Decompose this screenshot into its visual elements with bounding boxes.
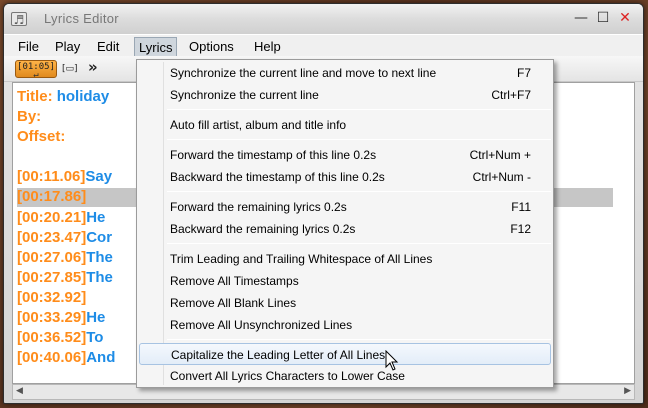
mouse-cursor-icon xyxy=(385,350,399,371)
return-arrow-icon: ↵ xyxy=(33,70,39,80)
menu-separator xyxy=(167,139,551,140)
menu-file[interactable]: File xyxy=(18,39,39,54)
title-label: Title: xyxy=(17,88,53,105)
lyric-text: And xyxy=(86,349,116,366)
timestamp: [00:27.06] xyxy=(17,249,87,266)
menu-item-capitalize-leading[interactable]: Capitalize the Leading Letter of All Lin… xyxy=(139,343,551,365)
menu-item-remove-blank-lines[interactable]: Remove All Blank Lines xyxy=(139,292,551,314)
timestamp: [00:11.06] xyxy=(17,168,86,185)
menu-item-remove-timestamps[interactable]: Remove All Timestamps xyxy=(139,270,551,292)
menu-play[interactable]: Play xyxy=(55,39,80,54)
menu-separator xyxy=(167,339,551,340)
menu-item-shortcut: Ctrl+F7 xyxy=(491,88,531,102)
lyric-text: The xyxy=(86,269,113,286)
scroll-right-icon[interactable]: ▶ xyxy=(624,386,631,396)
timestamp: [00:20.21] xyxy=(17,209,87,226)
title-meta-line: Title: holiday xyxy=(17,88,109,105)
music-note-icon: ♬ xyxy=(11,12,27,27)
timestamp: [00:17.86] xyxy=(17,188,87,205)
menu-item-remove-unsynchronized[interactable]: Remove All Unsynchronized Lines xyxy=(139,314,551,336)
menu-edit[interactable]: Edit xyxy=(97,39,119,54)
menu-options[interactable]: Options xyxy=(189,39,234,54)
lyric-text: Say xyxy=(85,168,113,185)
offset-label: Offset: xyxy=(17,128,66,145)
offset-meta-line: Offset: xyxy=(17,128,65,145)
menu-item-shortcut: F11 xyxy=(511,200,531,214)
timestamp: [00:27.85] xyxy=(17,269,87,286)
menu-item-label: Remove All Timestamps xyxy=(170,274,299,288)
menu-lyrics[interactable]: Lyrics xyxy=(134,37,178,58)
menu-item-auto-fill[interactable]: Auto fill artist, album and title info xyxy=(139,114,551,136)
menu-item-sync-current[interactable]: Synchronize the current line Ctrl+F7 xyxy=(139,84,551,106)
timestamp-tag-icon[interactable]: [▭] xyxy=(62,64,78,74)
window-title: Lyrics Editor xyxy=(44,11,119,26)
menu-item-forward-line[interactable]: Forward the timestamp of this line 0.2s … xyxy=(139,144,551,166)
timestamp: [00:32.92] xyxy=(17,289,87,306)
menu-item-label: Synchronize the current line and move to… xyxy=(170,66,437,80)
lyric-text: Cor xyxy=(86,229,113,246)
menu-item-label: Auto fill artist, album and title info xyxy=(170,118,347,132)
maximize-button[interactable]: ☐ xyxy=(594,10,612,26)
menu-item-label: Backward the remaining lyrics 0.2s xyxy=(170,222,356,236)
by-meta-line: By: xyxy=(17,108,41,125)
menu-item-label: Synchronize the current line xyxy=(170,88,319,102)
menu-item-label: Remove All Blank Lines xyxy=(170,296,297,310)
menu-separator xyxy=(167,109,551,110)
lyric-text: He xyxy=(86,309,106,326)
title-value: holiday xyxy=(56,88,110,105)
timestamp: [00:40.06] xyxy=(17,349,87,366)
menu-item-backward-remaining[interactable]: Backward the remaining lyrics 0.2s F12 xyxy=(139,218,551,240)
menu-item-shortcut: Ctrl+Num - xyxy=(472,170,531,184)
by-label: By: xyxy=(17,108,42,125)
menu-separator xyxy=(167,243,551,244)
title-bar[interactable]: ♬ Lyrics Editor — ☐ ✕ xyxy=(4,4,643,34)
menu-item-label: Convert All Lyrics Characters to Lower C… xyxy=(170,369,405,383)
menu-item-trim-whitespace[interactable]: Trim Leading and Trailing Whitespace of … xyxy=(139,248,551,270)
menu-item-sync-and-next[interactable]: Synchronize the current line and move to… xyxy=(139,62,551,84)
menu-item-label: Capitalize the Leading Letter of All Lin… xyxy=(171,348,386,362)
lyric-text: The xyxy=(86,249,113,266)
lyric-text: He xyxy=(86,209,106,226)
fast-forward-icon[interactable]: » xyxy=(88,58,98,76)
sync-timestamp-button[interactable]: [01:05] ↵ xyxy=(15,60,57,80)
menu-item-label: Forward the timestamp of this line 0.2s xyxy=(170,148,377,162)
menu-separator xyxy=(167,191,551,192)
menu-item-label: Trim Leading and Trailing Whitespace of … xyxy=(170,252,433,266)
menu-bar: File Play Edit Lyrics Options Help xyxy=(4,34,643,58)
menu-item-lower-case[interactable]: Convert All Lyrics Characters to Lower C… xyxy=(139,365,551,387)
close-button[interactable]: ✕ xyxy=(616,10,634,26)
timestamp: [00:23.47] xyxy=(17,229,87,246)
menu-item-label: Forward the remaining lyrics 0.2s xyxy=(170,200,347,214)
minimize-button[interactable]: — xyxy=(572,10,590,26)
timestamp: [00:33.29] xyxy=(17,309,87,326)
menu-item-label: Backward the timestamp of this line 0.2s xyxy=(170,170,385,184)
timestamp: [00:36.52] xyxy=(17,329,87,346)
menu-item-forward-remaining[interactable]: Forward the remaining lyrics 0.2s F11 xyxy=(139,196,551,218)
menu-item-shortcut: F7 xyxy=(516,66,531,80)
menu-item-shortcut: F12 xyxy=(510,222,531,236)
menu-item-label: Remove All Unsynchronized Lines xyxy=(170,318,353,332)
scroll-left-icon[interactable]: ◀ xyxy=(16,386,23,396)
menu-help[interactable]: Help xyxy=(254,39,281,54)
lyrics-menu-dropdown: Synchronize the current line and move to… xyxy=(136,59,554,388)
menu-item-shortcut: Ctrl+Num + xyxy=(469,148,531,162)
lyric-text: To xyxy=(86,329,104,346)
menu-item-backward-line[interactable]: Backward the timestamp of this line 0.2s… xyxy=(139,166,551,188)
lyrics-editor-window: ♬ Lyrics Editor — ☐ ✕ File Play Edit Lyr… xyxy=(3,3,644,404)
